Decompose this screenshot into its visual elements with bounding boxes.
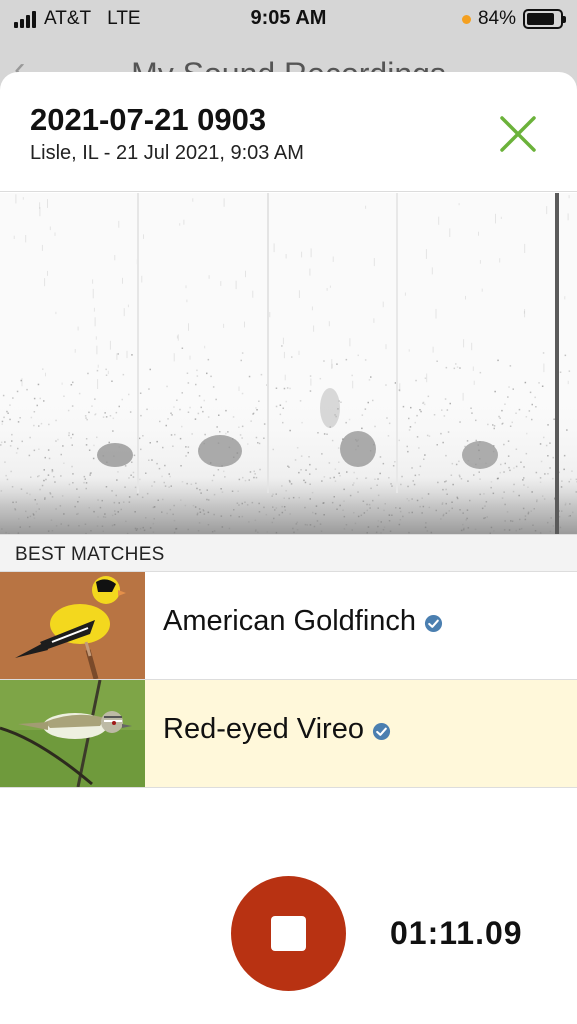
match-item-american-goldfinch[interactable]: American Goldfinch xyxy=(0,572,577,680)
red-eyed-vireo-photo xyxy=(0,680,145,787)
match-item-red-eyed-vireo[interactable]: Red-eyed Vireo xyxy=(0,680,577,788)
best-matches-label: BEST MATCHES xyxy=(15,544,165,565)
close-icon xyxy=(500,116,536,152)
close-button[interactable] xyxy=(494,110,542,158)
recording-timer: 01:11.09 xyxy=(390,915,523,951)
species-name: American Goldfinch xyxy=(163,605,417,637)
battery-icon xyxy=(523,9,566,29)
stop-recording-button[interactable] xyxy=(231,876,346,991)
status-bar: AT&T LTE 9:05 AM 84% xyxy=(0,0,577,38)
recording-subtitle: Lisle, IL - 21 Jul 2021, 9:03 AM xyxy=(30,142,304,164)
status-right: 84% xyxy=(461,8,566,30)
best-matches-header: BEST MATCHES xyxy=(0,534,577,572)
stop-icon xyxy=(271,916,306,951)
verified-check-icon xyxy=(425,614,443,633)
spectrogram xyxy=(0,193,577,534)
recording-title: 2021-07-21 0903 xyxy=(30,102,267,137)
verified-check-icon xyxy=(372,722,391,741)
american-goldfinch-photo xyxy=(0,572,145,679)
species-name: Red-eyed Vireo xyxy=(163,713,364,745)
recording-indicator-icon xyxy=(461,14,471,24)
sheet-header: 2021-07-21 0903 Lisle, IL - 21 Jul 2021,… xyxy=(0,72,577,192)
battery-percent: 84% xyxy=(477,8,516,29)
spectrogram-image xyxy=(0,193,577,534)
species-name-row: Red-eyed Vireo xyxy=(163,713,391,746)
species-name-row: American Goldfinch xyxy=(163,605,443,638)
